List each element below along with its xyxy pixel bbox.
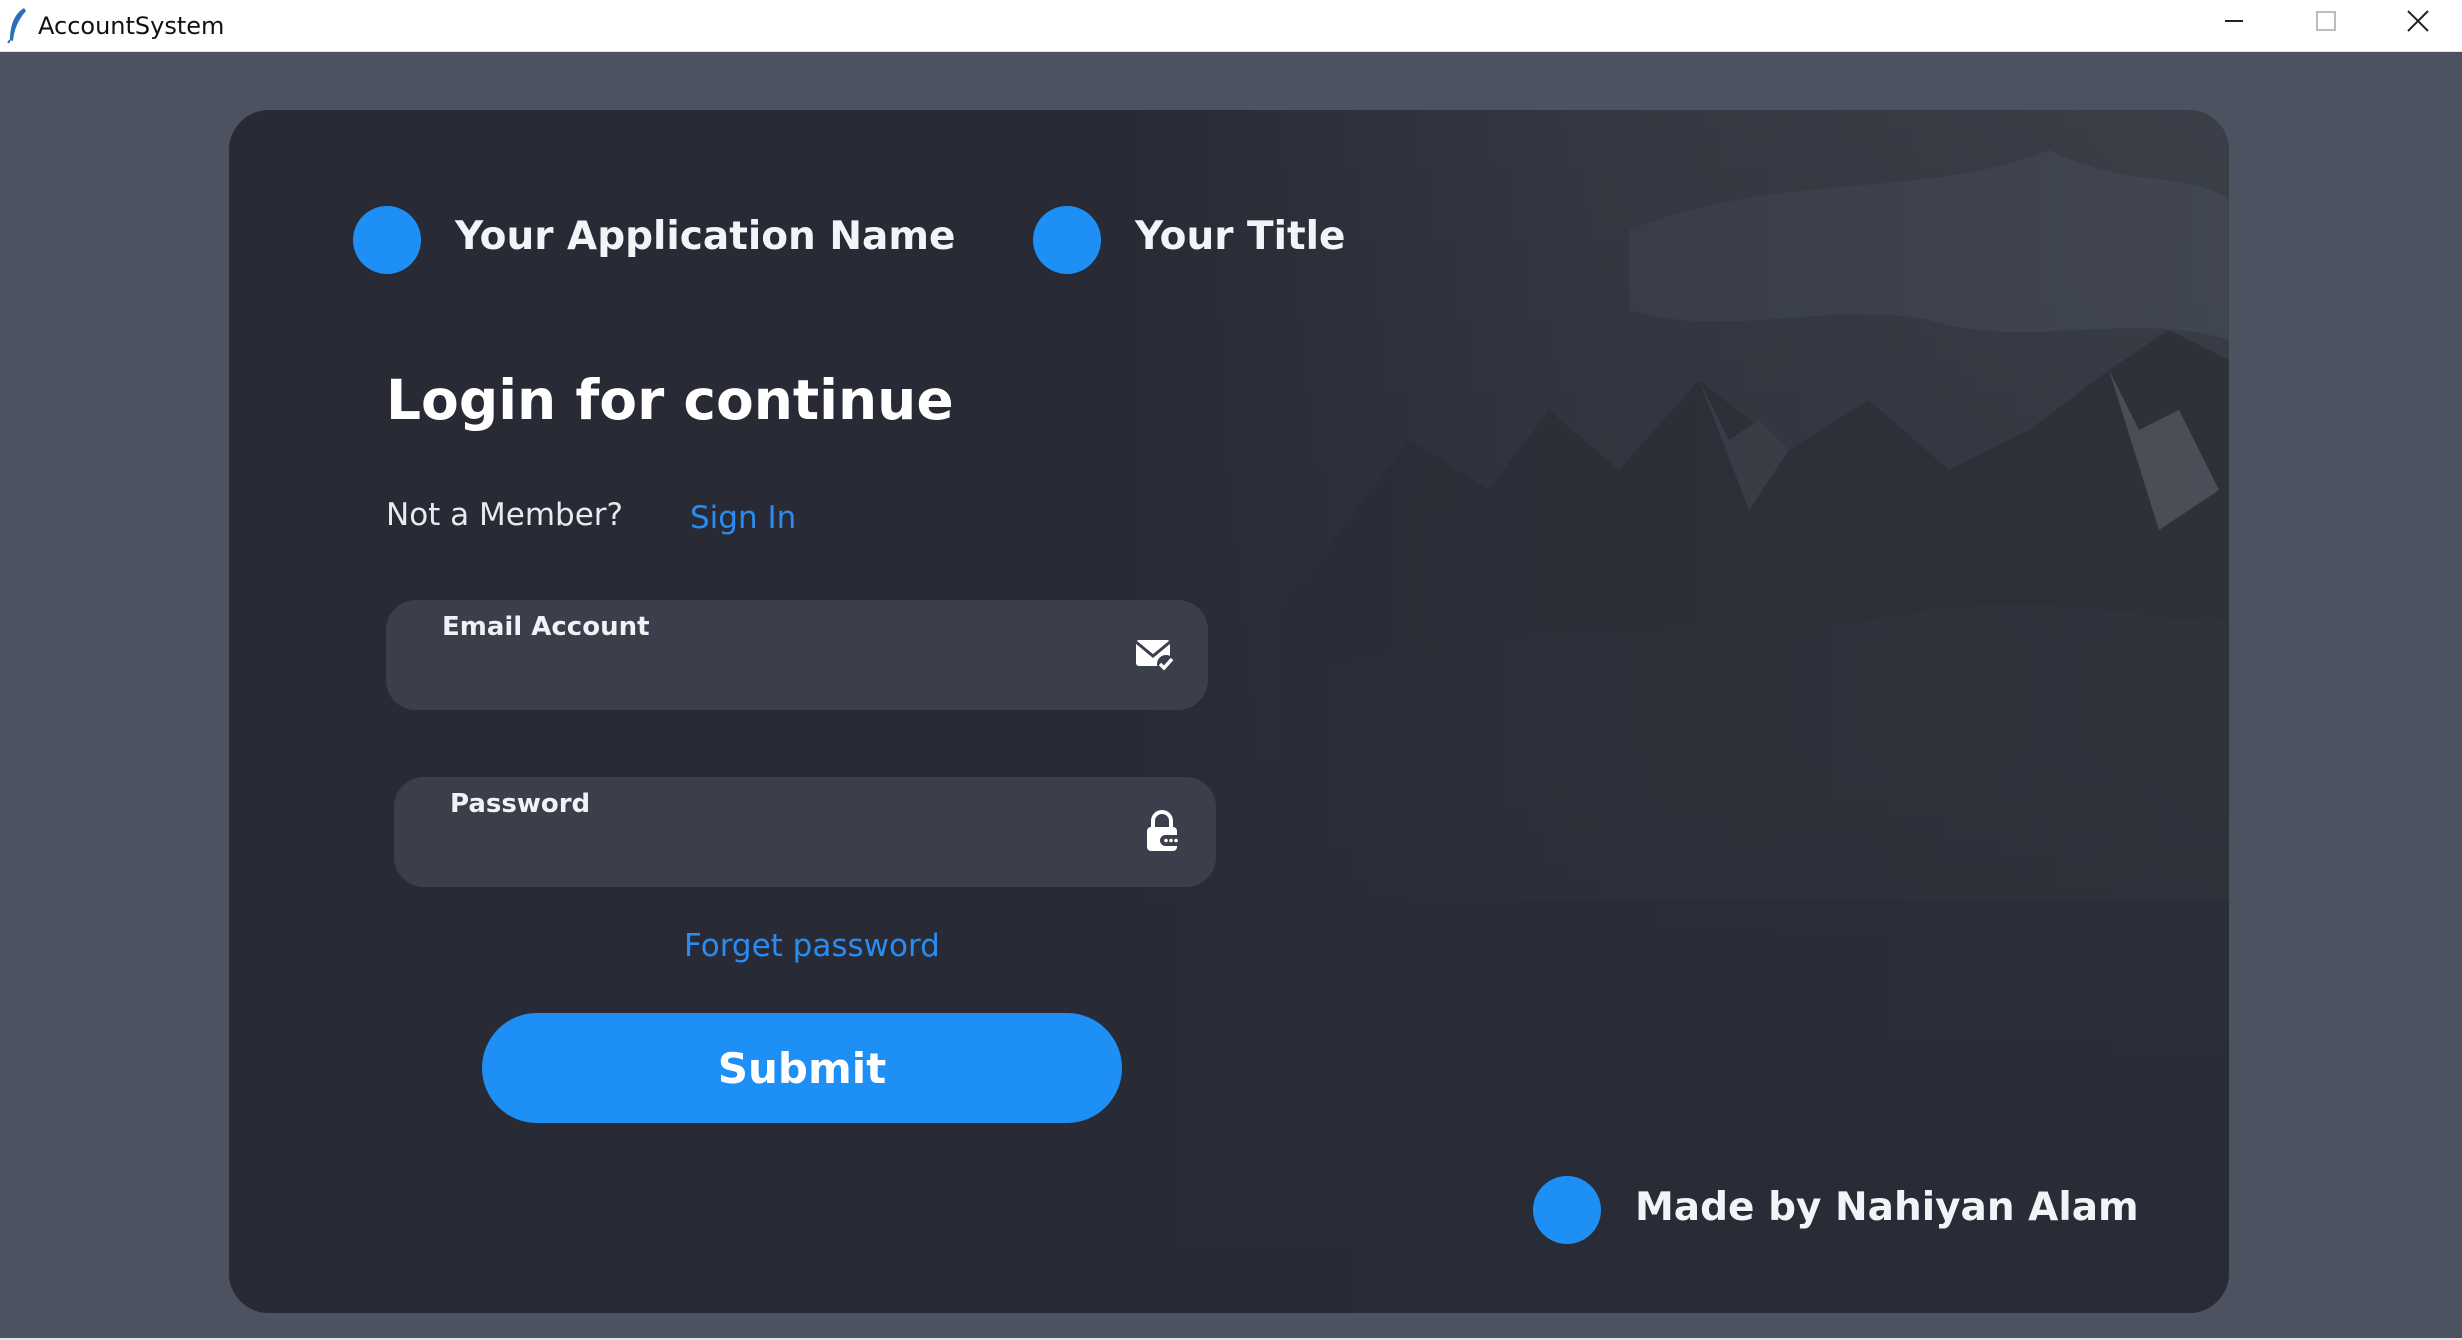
maximize-button[interactable] (2280, 0, 2372, 42)
mail-check-icon (1135, 640, 1175, 673)
email-input[interactable] (442, 654, 1082, 698)
forget-password-link[interactable]: Forget password (684, 928, 940, 964)
title-logo-dot (1033, 206, 1101, 274)
login-heading: Login for continue (386, 368, 954, 432)
sign-in-link[interactable]: Sign In (690, 500, 796, 536)
close-button[interactable] (2372, 0, 2462, 42)
header-title: Your Title (1135, 214, 1346, 259)
minimize-button[interactable] (2188, 0, 2280, 42)
minimize-icon (2225, 20, 2243, 22)
submit-button[interactable]: Submit (482, 1013, 1122, 1123)
app-name: Your Application Name (455, 214, 956, 259)
window-titlebar: AccountSystem (0, 0, 2462, 52)
window-title: AccountSystem (38, 12, 225, 40)
close-icon (2407, 10, 2429, 32)
app-logo-dot (353, 206, 421, 274)
credit-logo-dot (1533, 1176, 1601, 1244)
maximize-icon (2316, 11, 2336, 31)
password-field-label: Password (450, 789, 591, 819)
not-member-label: Not a Member? (386, 497, 623, 533)
feather-icon (7, 8, 26, 44)
mountain-background-image (229, 110, 2229, 1313)
password-field[interactable]: Password (394, 777, 1216, 887)
lock-icon (1147, 810, 1182, 851)
credit-text: Made by Nahiyan Alam (1635, 1185, 2139, 1230)
login-card: Your Application Name Your Title Login f… (229, 110, 2229, 1313)
email-field[interactable]: Email Account (386, 600, 1208, 710)
email-field-label: Email Account (442, 612, 650, 642)
password-input[interactable] (450, 831, 1090, 875)
